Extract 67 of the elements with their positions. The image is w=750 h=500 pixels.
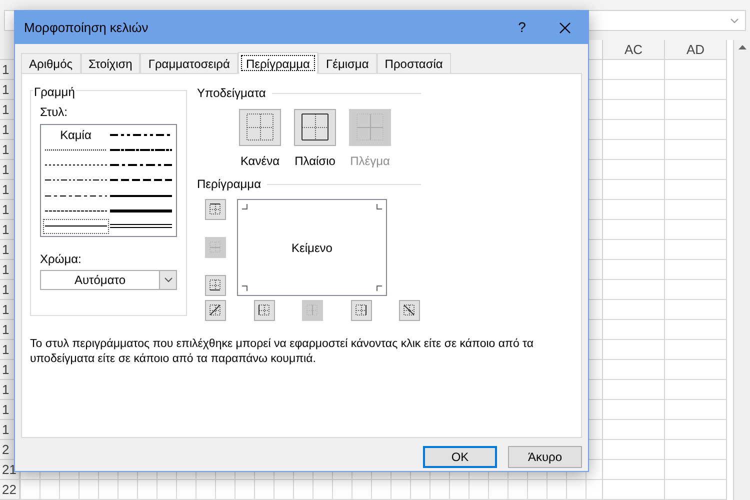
line-style-icon (44, 192, 107, 199)
preset-button[interactable] (239, 109, 281, 146)
border-grid-icon (209, 203, 222, 216)
border-toggle-button[interactable] (205, 199, 226, 220)
border-grid-icon (258, 304, 270, 317)
tab[interactable]: Γραμματοσειρά (140, 53, 238, 73)
line-style-icon (110, 208, 172, 214)
line-style-option[interactable] (43, 218, 108, 234)
vertical-scrollbar[interactable] (733, 40, 750, 500)
color-label: Χρώμα: (40, 251, 82, 268)
preset-label: Πλαίσιο (294, 153, 336, 170)
line-style-icon (44, 208, 107, 214)
preset-button[interactable] (294, 109, 336, 146)
column-header: AC (603, 40, 664, 60)
line-style-icon (44, 177, 107, 184)
border-grid-icon (246, 113, 274, 142)
tab[interactable]: Στοίχιση (80, 53, 140, 73)
chevron-down-icon (730, 18, 739, 24)
close-icon (559, 22, 571, 34)
chevron-down-icon (164, 277, 172, 283)
scroll-up-arrow-icon (738, 44, 746, 50)
border-grid-icon (209, 279, 222, 292)
section-heading: Περίγραμμα (197, 176, 262, 193)
line-style-icon (110, 223, 172, 230)
line-style-icon (44, 146, 107, 153)
line-style-icon (44, 162, 107, 168)
row-header: 22 (0, 480, 19, 500)
section-heading: Υποδείγματα (197, 85, 266, 102)
border-grid-icon (356, 113, 384, 142)
line-style-icon (44, 223, 107, 230)
border-grid-icon (306, 304, 319, 317)
line-style-icon (110, 162, 172, 168)
dialog-button[interactable]: Άκυρο (508, 446, 582, 468)
color-dropdown[interactable]: Αυτόματο (40, 270, 177, 290)
border-grid-icon (300, 113, 330, 142)
border-grid-icon (354, 304, 368, 317)
tab[interactable]: Προστασία (376, 53, 451, 73)
hint-text: Το στυλ περιγράμματος που επιλέχθηκε μπορεί να εφαρμοστεί κάνοντας κλικ είτε σε κάποιο από τα υποδείγματα είτε σε κάποιο από τα παραπάνω κουμπιά. (30, 337, 535, 367)
tab[interactable]: Αριθμός (21, 53, 81, 73)
line-style-option[interactable]: Καμία (43, 127, 108, 142)
preview-text: Κείμενο (292, 240, 332, 256)
border-grid-icon (403, 304, 416, 317)
color-value: Αυτόματο (73, 272, 127, 289)
border-grid-icon (209, 304, 222, 317)
line-style-icon (110, 132, 172, 138)
border-toggle-button[interactable] (399, 300, 420, 321)
none-style-label: Καμία (60, 126, 92, 144)
border-toggle-button[interactable] (205, 275, 226, 296)
line-style-list[interactable]: Καμία (40, 124, 177, 237)
window-title: Μορφοποίηση κελιών (24, 18, 150, 37)
dialog-button[interactable]: OK (423, 446, 497, 468)
help-button[interactable]: ? (502, 11, 542, 44)
tab[interactable]: Περίγραμμα (238, 52, 318, 74)
preset-label: Πλέγμα (350, 153, 390, 170)
border-preview[interactable]: Κείμενο (237, 199, 387, 296)
preset-label: Κανένα (240, 153, 280, 170)
border-grid-icon (209, 241, 222, 254)
line-style-icon (110, 177, 172, 184)
style-label: Στυλ: (40, 104, 68, 121)
border-toggle-button[interactable] (350, 300, 372, 321)
line-style-icon (110, 146, 172, 153)
border-toggle-button[interactable] (254, 300, 274, 321)
border-toggle-button[interactable] (205, 300, 226, 321)
dropdown-arrow-button[interactable] (159, 271, 176, 289)
tab[interactable]: Γέμισμα (318, 53, 377, 73)
line-style-icon (110, 192, 172, 199)
column-header: AD (665, 40, 726, 60)
